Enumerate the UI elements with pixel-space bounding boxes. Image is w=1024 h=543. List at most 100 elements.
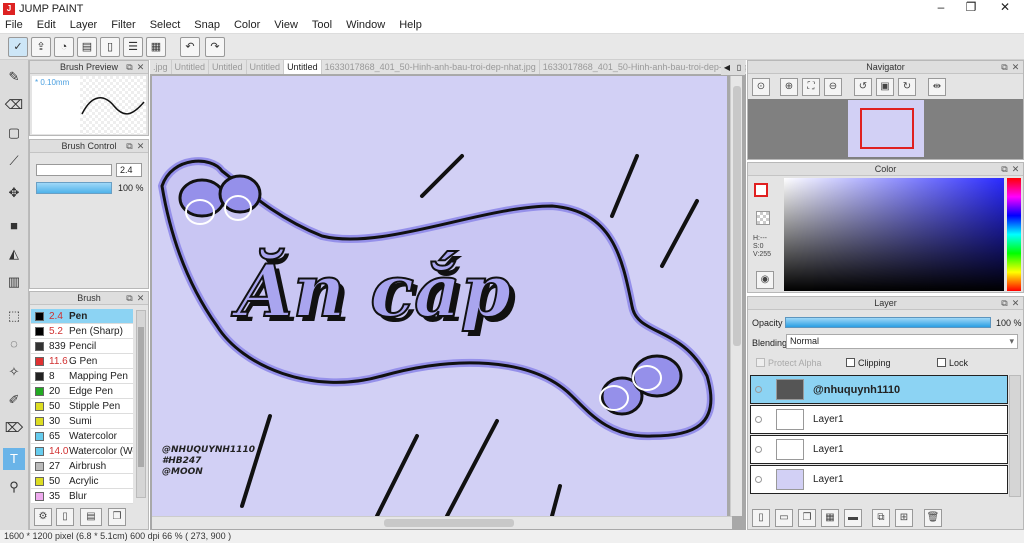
rotate-left-icon[interactable]: ↺: [854, 78, 872, 96]
tone-layer-icon[interactable]: ▦: [821, 509, 839, 527]
eyedropper-tool-icon[interactable]: ⚲: [3, 476, 25, 498]
clipping-checkbox[interactable]: [846, 358, 855, 367]
brush-item[interactable]: 30 Sumi: [31, 414, 133, 429]
tab-scroll-left-icon[interactable]: ◀: [721, 60, 733, 75]
panel-close-icon[interactable]: ✕: [1011, 63, 1020, 72]
menu-file[interactable]: File: [5, 19, 23, 31]
select-rect-icon[interactable]: ⬚: [3, 305, 25, 327]
lasso-tool-icon[interactable]: ◌: [3, 333, 25, 355]
menu-snap[interactable]: Snap: [194, 19, 220, 31]
menu-select[interactable]: Select: [150, 19, 181, 31]
eraser-tool-icon[interactable]: ⌫: [3, 94, 25, 116]
delete-layer-icon[interactable]: 🗑: [924, 509, 942, 527]
protect-alpha-checkbox[interactable]: [756, 358, 765, 367]
navigator-view[interactable]: [748, 99, 1023, 159]
brush-item[interactable]: 50 Stipple Pen: [31, 399, 133, 414]
check-icon[interactable]: ✓: [8, 37, 28, 57]
visibility-icon[interactable]: [755, 476, 762, 483]
document-tab[interactable]: Untitled: [284, 60, 322, 74]
canvas-vertical-scrollbar[interactable]: [730, 76, 742, 516]
panel-close-icon[interactable]: ✕: [136, 142, 145, 151]
brush-settings-icon[interactable]: ⚙: [34, 508, 52, 526]
layer-opacity-slider[interactable]: [785, 317, 991, 328]
minimize-button[interactable]: –: [926, 0, 956, 17]
canvas-horizontal-scrollbar[interactable]: [152, 516, 732, 529]
zoom-out-icon[interactable]: ⊖: [824, 78, 842, 96]
hue-slider[interactable]: [1007, 178, 1021, 291]
navigator-viewport-box[interactable]: [860, 108, 914, 149]
layer-row[interactable]: Layer1: [750, 465, 1008, 494]
document-tab[interactable]: Untitled: [247, 60, 285, 74]
menu-view[interactable]: View: [274, 19, 298, 31]
lock-checkbox[interactable]: [937, 358, 946, 367]
blending-select[interactable]: Normal ▾: [786, 334, 1018, 349]
select-eraser-icon[interactable]: ⌦: [3, 417, 25, 439]
reset-rotation-icon[interactable]: ▣: [876, 78, 894, 96]
flip-icon[interactable]: ⇹: [928, 78, 946, 96]
drawing-canvas[interactable]: Ăn cắp Ăn cắp @NHUQUYNH1110 #HB247 @MOON: [152, 76, 727, 516]
menu-window[interactable]: Window: [346, 19, 385, 31]
zoom-in-icon[interactable]: ⊕: [780, 78, 798, 96]
panel-close-icon[interactable]: ✕: [136, 63, 145, 72]
new-layer-folder-icon[interactable]: ▭: [775, 509, 793, 527]
menu-layer[interactable]: Layer: [70, 19, 98, 31]
primary-color-swatch[interactable]: [754, 183, 768, 197]
transparent-swatch[interactable]: [756, 211, 770, 225]
menu-color[interactable]: Color: [234, 19, 260, 31]
visibility-icon[interactable]: [755, 416, 762, 423]
gradient-tool-icon[interactable]: ▥: [3, 271, 25, 293]
new-layer-icon[interactable]: ▯: [752, 509, 770, 527]
undock-icon[interactable]: ⧉: [1000, 299, 1009, 308]
layer-row[interactable]: Layer1: [750, 435, 1008, 464]
brush-item[interactable]: 5.2 Pen (Sharp): [31, 324, 133, 339]
brush-item[interactable]: 27 Airbrush: [31, 459, 133, 474]
brush-item[interactable]: 50 Acrylic: [31, 474, 133, 489]
fill-rect-tool-icon[interactable]: ■: [3, 215, 25, 237]
brush-item[interactable]: 20 Edge Pen: [31, 384, 133, 399]
brush-copy-icon[interactable]: ❐: [108, 508, 126, 526]
new-brush-icon[interactable]: ▯: [56, 508, 74, 526]
panel-close-icon[interactable]: ✕: [136, 294, 145, 303]
layer-row[interactable]: @nhuquynh1110: [750, 375, 1008, 404]
brush-size-slider[interactable]: [36, 164, 112, 176]
zoom-fit-icon[interactable]: ⊙: [752, 78, 770, 96]
palette-icon[interactable]: ◉: [756, 271, 774, 289]
menu-help[interactable]: Help: [399, 19, 422, 31]
pen-tool-icon[interactable]: ✎: [3, 66, 25, 88]
redo-icon[interactable]: ↷: [205, 37, 225, 57]
brush-size-field[interactable]: 2.4: [116, 163, 142, 177]
maximize-button[interactable]: ❐: [956, 0, 986, 17]
close-button[interactable]: ✕: [990, 0, 1020, 17]
menu-tool[interactable]: Tool: [312, 19, 332, 31]
select-pen-icon[interactable]: ✐: [3, 389, 25, 411]
merge-layer-icon[interactable]: ⧉: [872, 509, 890, 527]
document-tab[interactable]: Untitled: [209, 60, 247, 74]
menu-filter[interactable]: Filter: [111, 19, 135, 31]
tab-menu-icon[interactable]: ▯: [733, 60, 745, 75]
layer-scrollbar[interactable]: [1009, 375, 1021, 497]
brush-item[interactable]: 839 Pencil: [31, 339, 133, 354]
fit-window-icon[interactable]: ⛶: [802, 78, 820, 96]
comment-icon[interactable]: ◔: [54, 37, 74, 57]
panel-close-icon[interactable]: ✕: [1011, 165, 1020, 174]
rect-tool-icon[interactable]: ▢: [3, 122, 25, 144]
color-sv-picker[interactable]: [784, 178, 1004, 291]
line-tool-icon[interactable]: ⟋: [3, 150, 25, 172]
document-tab[interactable]: Untitled: [172, 60, 210, 74]
brush-item[interactable]: 2.4 Pen: [31, 309, 133, 324]
undock-icon[interactable]: ⧉: [125, 142, 134, 151]
undock-icon[interactable]: ⧉: [125, 63, 134, 72]
magic-wand-icon[interactable]: ✧: [3, 361, 25, 383]
duplicate-layer-icon[interactable]: ❐: [798, 509, 816, 527]
text-tool-icon[interactable]: T: [3, 448, 25, 470]
brush-menu-icon[interactable]: ▤: [80, 508, 102, 526]
brush-item[interactable]: 8 Mapping Pen: [31, 369, 133, 384]
rotate-right-icon[interactable]: ↻: [898, 78, 916, 96]
chat-icon[interactable]: ▤: [77, 37, 97, 57]
export-icon[interactable]: ⇪: [31, 37, 51, 57]
list-icon[interactable]: ☰: [123, 37, 143, 57]
layer-effects-icon[interactable]: ⊞: [895, 509, 913, 527]
brush-item[interactable]: 35 Blur: [31, 489, 133, 504]
visibility-icon[interactable]: [755, 446, 762, 453]
menu-edit[interactable]: Edit: [37, 19, 56, 31]
